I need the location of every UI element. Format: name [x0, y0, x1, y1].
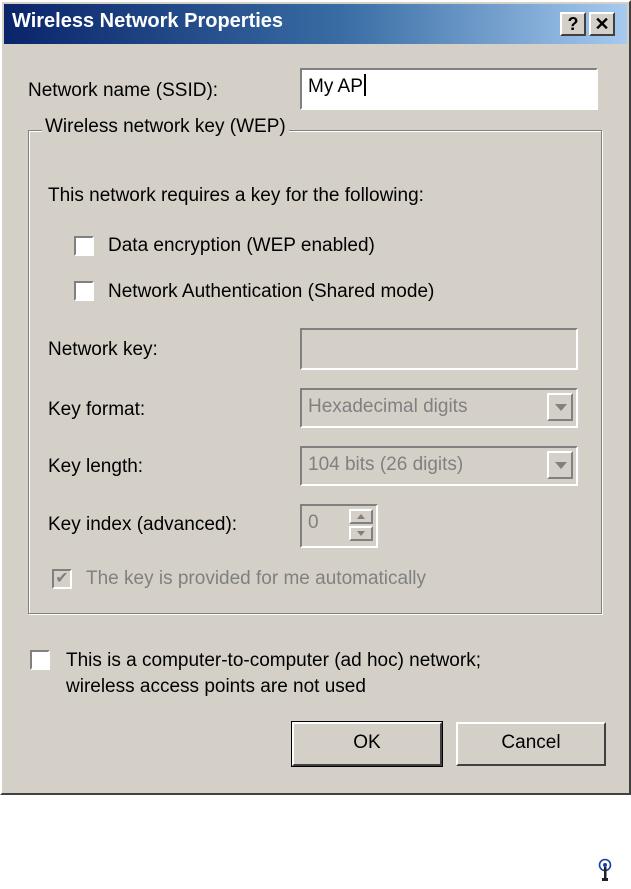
key-length-dropdown-arrow-icon[interactable]: [547, 451, 573, 479]
key-format-dropdown-arrow-icon[interactable]: [547, 393, 573, 421]
network-key-label: Network key:: [48, 339, 158, 360]
network-auth-checkbox[interactable]: [74, 281, 94, 301]
window-title: Wireless Network Properties: [12, 10, 284, 32]
adhoc-label-line1[interactable]: This is a computer-to-computer (ad hoc) …: [66, 650, 481, 672]
key-format-label: Key format:: [48, 399, 146, 420]
ssid-label: Network name (SSID):: [28, 80, 219, 101]
close-button[interactable]: ✕: [589, 12, 615, 36]
ssid-value: My AP: [308, 76, 363, 97]
title-bar[interactable]: Wireless Network Properties ? ✕: [4, 4, 627, 44]
key-index-value: 0: [308, 512, 319, 533]
key-format-value: Hexadecimal digits: [308, 396, 468, 417]
data-encryption-checkbox[interactable]: [74, 236, 94, 256]
data-encryption-label[interactable]: Data encryption (WEP enabled): [108, 235, 375, 257]
auto-key-label[interactable]: The key is provided for me automatically: [86, 568, 426, 590]
wep-intro-text: This network requires a key for the foll…: [48, 185, 424, 206]
help-button[interactable]: ?: [560, 12, 586, 36]
checkmark-icon: ✔: [55, 570, 69, 587]
wireless-network-properties-dialog: Wireless Network Properties ? ✕ Network …: [0, 0, 631, 795]
ssid-input[interactable]: My AP: [300, 68, 598, 110]
key-length-value: 104 bits (26 digits): [308, 454, 464, 475]
wep-group-legend: Wireless network key (WEP): [42, 117, 289, 137]
ok-button[interactable]: OK: [291, 721, 443, 767]
wireless-antenna-icon[interactable]: [596, 858, 614, 884]
key-format-select[interactable]: Hexadecimal digits: [300, 388, 578, 428]
key-length-label: Key length:: [48, 456, 144, 477]
network-auth-label[interactable]: Network Authentication (Shared mode): [108, 281, 434, 303]
key-index-spinner[interactable]: 0: [300, 504, 378, 548]
adhoc-checkbox[interactable]: [30, 650, 50, 670]
text-caret: [363, 74, 366, 96]
adhoc-label-line2[interactable]: wireless access points are not used: [66, 676, 366, 698]
spin-up-arrow-icon[interactable]: [349, 509, 373, 524]
spin-down-arrow-icon[interactable]: [349, 526, 373, 541]
cancel-button[interactable]: Cancel: [456, 722, 606, 766]
auto-key-checkbox[interactable]: ✔: [52, 569, 72, 589]
key-length-select[interactable]: 104 bits (26 digits): [300, 446, 578, 486]
network-key-input[interactable]: [300, 328, 578, 370]
key-index-label: Key index (advanced):: [48, 514, 238, 535]
